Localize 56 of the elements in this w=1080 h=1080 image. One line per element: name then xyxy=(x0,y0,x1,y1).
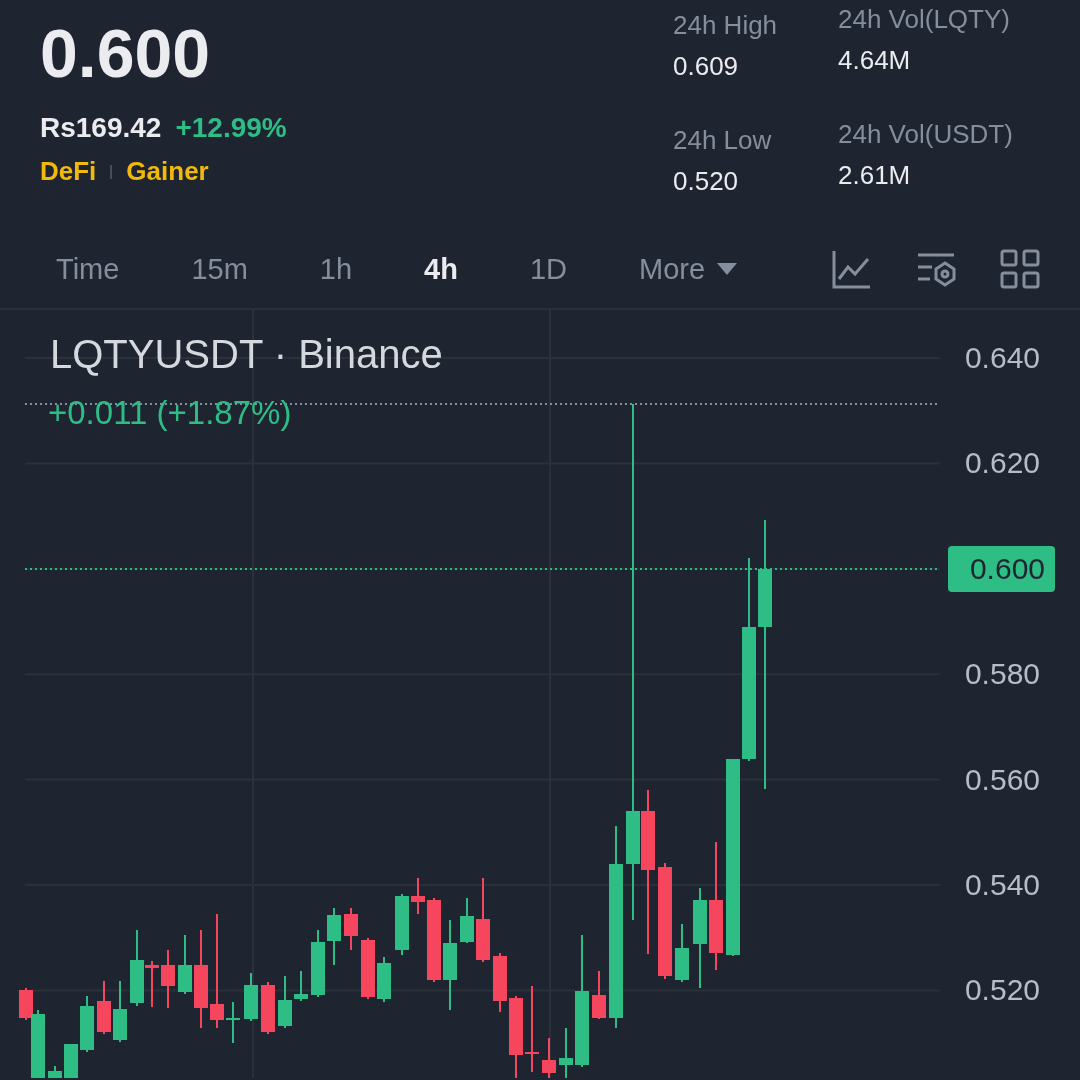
stat-label: 24h Vol(LQTY) xyxy=(838,4,1011,35)
candle xyxy=(460,897,474,944)
more-dropdown[interactable]: More xyxy=(603,239,774,299)
interval-tab[interactable]: 1h xyxy=(283,239,389,299)
fiat-price: Rs169.42 xyxy=(40,112,162,144)
candle xyxy=(395,893,409,956)
candle xyxy=(261,981,275,1035)
stat-value: 0.520 xyxy=(673,166,740,197)
candle xyxy=(311,929,325,998)
candle xyxy=(493,952,507,1013)
candle xyxy=(675,923,689,983)
price-axis-label: 0.540 xyxy=(964,868,1040,902)
interval-tab[interactable]: 1D xyxy=(493,239,603,299)
line-chart-icon[interactable] xyxy=(832,249,872,289)
candle xyxy=(80,995,94,1053)
stat-label: 24h High xyxy=(673,10,779,41)
candle xyxy=(327,907,341,966)
candle xyxy=(542,1037,556,1079)
candle xyxy=(244,972,258,1022)
candle xyxy=(592,970,606,1020)
price-axis-label: 0.620 xyxy=(964,446,1040,481)
chart-symbol: LQTYUSDT · Binance xyxy=(50,332,443,377)
candle xyxy=(48,1065,62,1079)
candle xyxy=(161,949,175,1009)
stat-value: 4.64M xyxy=(838,45,912,76)
candle xyxy=(113,980,127,1043)
candle xyxy=(344,907,358,951)
grid-layout-icon[interactable] xyxy=(1000,249,1040,289)
tag-link[interactable]: Gainer xyxy=(126,156,209,187)
price-axis-label: 0.520 xyxy=(964,973,1040,1008)
caret-icon xyxy=(717,263,738,275)
current-price-label: 0.600 xyxy=(947,545,1055,592)
candle xyxy=(559,1027,573,1079)
candle xyxy=(226,1001,240,1044)
last-price: 0.600 xyxy=(40,14,212,92)
price-axis-label: 0.580 xyxy=(964,657,1040,692)
interval-tab[interactable]: 4h xyxy=(388,239,494,299)
tag-link[interactable]: DeFi xyxy=(40,156,97,187)
price-axis-label: 0.560 xyxy=(964,762,1040,797)
stat-label: 24h Vol(USDT) xyxy=(838,119,1014,150)
stat-value: 0.609 xyxy=(673,51,740,82)
interval-tab[interactable]: 15m xyxy=(155,239,284,299)
candle xyxy=(278,975,292,1029)
candle xyxy=(294,970,308,1002)
chart-change: +0.011 (+1.87%) xyxy=(48,394,292,432)
stat-value: 2.61M xyxy=(838,160,912,191)
candle xyxy=(361,937,375,1000)
stat-label: 24h Low xyxy=(673,125,773,156)
price-change: +12.99% xyxy=(175,112,287,144)
candle xyxy=(377,956,391,1003)
candle xyxy=(411,877,425,915)
candle xyxy=(97,980,111,1035)
candle xyxy=(64,1043,78,1079)
price-axis-label: 0.640 xyxy=(964,341,1040,375)
interval-tab[interactable]: Time xyxy=(20,239,156,299)
candle xyxy=(178,934,192,995)
